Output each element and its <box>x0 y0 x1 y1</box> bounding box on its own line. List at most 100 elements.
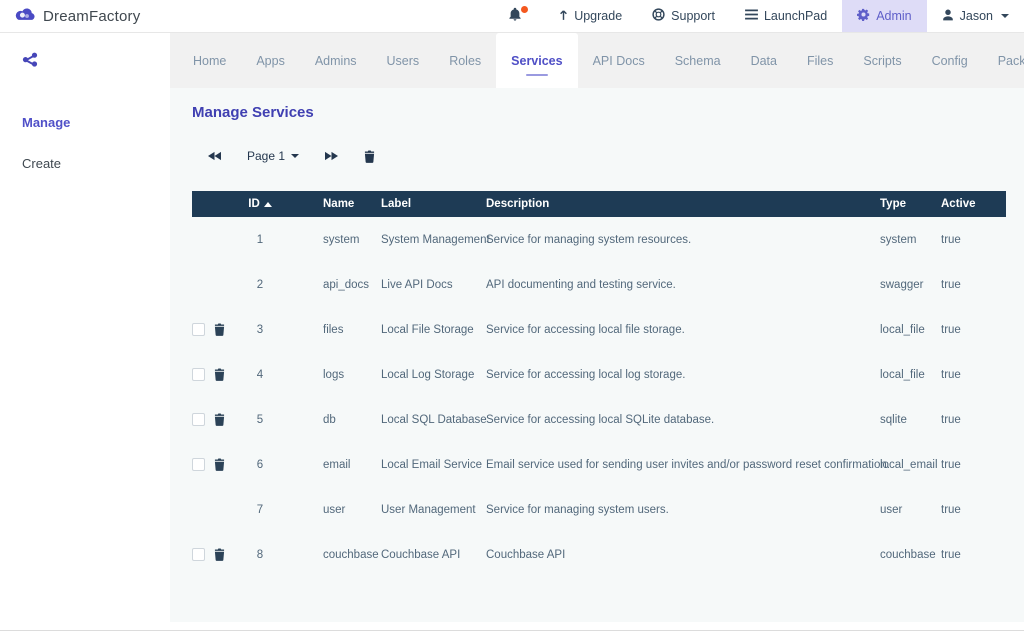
tab-label: Services <box>511 54 562 68</box>
life-ring-icon <box>652 8 665 24</box>
tab-services[interactable]: Services <box>496 33 577 88</box>
table-row[interactable]: 4 logs Local Log Storage Service for acc… <box>192 352 1006 397</box>
dreamfactory-logo-icon <box>14 5 36 28</box>
column-header-name[interactable]: Name <box>323 198 381 210</box>
cell-description: Email service used for sending user invi… <box>486 459 880 471</box>
fast-forward-icon <box>325 151 338 161</box>
sidebar-item-label: Manage <box>22 115 70 130</box>
row-delete-button[interactable] <box>214 323 225 336</box>
table-row[interactable]: 3 files Local File Storage Service for a… <box>192 307 1006 352</box>
user-icon <box>942 9 954 24</box>
tab-api-docs[interactable]: API Docs <box>578 33 660 88</box>
cell-type: local_file <box>880 324 941 336</box>
table-row[interactable]: 5 db Local SQL Database Service for acce… <box>192 397 1006 442</box>
tab-label: API Docs <box>593 54 645 68</box>
cell-active: true <box>941 369 1006 381</box>
table-row[interactable]: 6 email Local Email Service Email servic… <box>192 442 1006 487</box>
cell-active: true <box>941 279 1006 291</box>
page-select-dropdown[interactable]: Page 1 <box>247 149 299 163</box>
tab-admins[interactable]: Admins <box>300 33 372 88</box>
chevron-down-icon <box>1001 14 1009 18</box>
nav-item-launchpad[interactable]: LaunchPad <box>730 0 842 32</box>
trash-icon <box>214 323 225 336</box>
trash-icon <box>214 413 225 426</box>
tab-packages[interactable]: Packages <box>983 33 1024 88</box>
cell-type: swagger <box>880 279 941 291</box>
column-header-description[interactable]: Description <box>486 198 880 210</box>
nav-item-user-menu[interactable]: Jason <box>927 0 1024 32</box>
tab-files[interactable]: Files <box>792 33 848 88</box>
column-header-active[interactable]: Active <box>941 198 1006 210</box>
row-checkbox[interactable] <box>192 368 205 381</box>
sidebar-item-create[interactable]: Create <box>0 147 170 180</box>
brand-name: DreamFactory <box>43 8 140 25</box>
cell-active: true <box>941 504 1006 516</box>
cell-type: system <box>880 234 941 246</box>
column-header-type[interactable]: Type <box>880 198 941 210</box>
tab-home[interactable]: Home <box>178 33 241 88</box>
sidebar: Manage Create <box>0 33 170 633</box>
cell-label: System Management <box>381 234 486 246</box>
tab-schema[interactable]: Schema <box>660 33 736 88</box>
column-header-label[interactable]: Label <box>381 198 486 210</box>
row-delete-button[interactable] <box>214 548 225 561</box>
cell-id: 1 <box>240 234 280 246</box>
table-row[interactable]: 8 couchbase Couchbase API Couchbase API … <box>192 532 1006 577</box>
delete-selected-button[interactable] <box>364 150 375 163</box>
trash-icon <box>214 548 225 561</box>
nav-item-label: Admin <box>876 9 911 23</box>
cell-type: couchbase <box>880 549 941 561</box>
nav-item-label: Support <box>671 9 715 23</box>
cell-id: 2 <box>240 279 280 291</box>
cell-description: API documenting and testing service. <box>486 279 880 291</box>
cell-type: local_email <box>880 459 941 471</box>
row-delete-button[interactable] <box>214 458 225 471</box>
cell-description: Service for accessing local file storage… <box>486 324 880 336</box>
next-page-button[interactable] <box>325 151 338 161</box>
cell-name: couchbase <box>323 549 381 561</box>
tab-label: Roles <box>449 54 481 68</box>
table-row[interactable]: 7 user User Management Service for manag… <box>192 487 1006 532</box>
brand-logo[interactable]: DreamFactory <box>14 0 140 32</box>
cell-name: logs <box>323 369 381 381</box>
previous-page-button[interactable] <box>208 151 221 161</box>
table-row[interactable]: 2 api_docs Live API Docs API documenting… <box>192 262 1006 307</box>
tab-apps[interactable]: Apps <box>241 33 300 88</box>
trash-icon <box>214 368 225 381</box>
cell-id: 3 <box>240 324 280 336</box>
cell-active: true <box>941 459 1006 471</box>
page-bottom-divider <box>0 630 1024 631</box>
sidebar-item-manage[interactable]: Manage <box>0 106 170 139</box>
row-delete-button[interactable] <box>214 413 225 426</box>
tab-config[interactable]: Config <box>917 33 983 88</box>
cell-id: 5 <box>240 414 280 426</box>
tab-scripts[interactable]: Scripts <box>848 33 916 88</box>
row-checkbox[interactable] <box>192 323 205 336</box>
tab-data[interactable]: Data <box>736 33 792 88</box>
nav-item-support[interactable]: Support <box>637 0 730 32</box>
cell-label: Live API Docs <box>381 279 486 291</box>
row-delete-button[interactable] <box>214 368 225 381</box>
nav-item-upgrade[interactable]: Upgrade <box>544 0 637 32</box>
column-header-id[interactable]: ID <box>240 198 280 210</box>
cell-label: Local Log Storage <box>381 369 486 381</box>
tab-roles[interactable]: Roles <box>434 33 496 88</box>
page-title: Manage Services <box>192 104 1024 121</box>
nav-item-label: Upgrade <box>574 9 622 23</box>
tab-label: Home <box>193 54 226 68</box>
row-checkbox[interactable] <box>192 548 205 561</box>
tab-users[interactable]: Users <box>372 33 435 88</box>
tab-label: Schema <box>675 54 721 68</box>
cell-label: Local Email Service <box>381 459 486 471</box>
tab-label: Config <box>932 54 968 68</box>
table-row[interactable]: 1 system System Management Service for m… <box>192 217 1006 262</box>
nav-item-admin[interactable]: Admin <box>842 0 926 32</box>
row-checkbox[interactable] <box>192 458 205 471</box>
cell-active: true <box>941 549 1006 561</box>
cell-description: Service for accessing local SQLite datab… <box>486 414 880 426</box>
notifications-button[interactable] <box>498 0 544 32</box>
nav-item-label: LaunchPad <box>764 9 827 23</box>
bell-icon <box>508 7 522 25</box>
row-checkbox[interactable] <box>192 413 205 426</box>
cell-active: true <box>941 414 1006 426</box>
